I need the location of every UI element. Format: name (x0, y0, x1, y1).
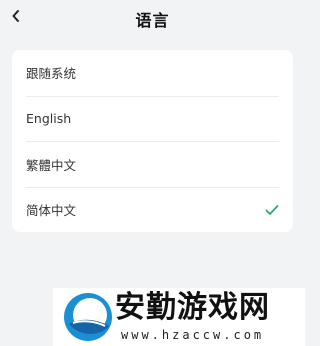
language-option-traditional-chinese[interactable]: 繁體中文 (26, 141, 279, 187)
language-option-label: 跟随系统 (26, 66, 77, 82)
language-option-label: 繁體中文 (26, 157, 77, 173)
language-option-simplified-chinese[interactable]: 简体中文 (26, 186, 279, 233)
language-option-follow-system[interactable]: 跟随系统 (26, 50, 279, 96)
watermark-url: www.hzaccw.com (121, 328, 265, 342)
top-bar: 语言 (0, 0, 305, 36)
checkmark-icon (265, 204, 279, 215)
language-list: 跟随系统 English 繁體中文 简体中文 (12, 50, 293, 232)
language-option-english[interactable]: English (26, 95, 279, 142)
language-option-label: English (26, 111, 72, 127)
page-title: 语言 (135, 11, 170, 30)
language-option-label: 简体中文 (26, 203, 77, 219)
watermark-logo-icon (64, 293, 112, 341)
watermark: 安勤游戏网 www.hzaccw.com (53, 288, 305, 346)
watermark-title: 安勤游戏网 (115, 290, 270, 325)
